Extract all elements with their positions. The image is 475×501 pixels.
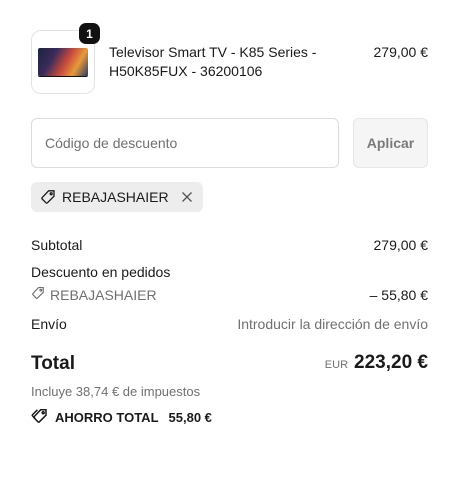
cart-line-item: 1 Televisor Smart TV - K85 Series - H50K… <box>31 23 429 94</box>
savings-tag-icon <box>31 408 49 427</box>
apply-discount-button[interactable]: Aplicar <box>353 118 428 168</box>
total-currency: EUR <box>324 359 349 371</box>
order-discount-code-label: REBAJASHAIER <box>50 287 157 303</box>
discount-code-input[interactable] <box>31 118 339 168</box>
close-icon[interactable] <box>181 191 193 203</box>
tag-icon <box>40 189 56 205</box>
savings-value: 55,80 € <box>168 410 212 425</box>
subtotal-label: Subtotal <box>31 237 83 253</box>
order-discount-row: Descuento en pedidos <box>31 263 428 281</box>
shipping-label: Envío <box>31 316 67 332</box>
savings-label: AHORRO TOTAL <box>55 410 159 425</box>
taxes-note: Incluye 38,74 € de impuestos <box>31 384 201 399</box>
product-price: 279,00 € <box>373 44 429 60</box>
total-savings: AHORRO TOTAL 55,80 € <box>31 408 212 427</box>
total-amount: 223,20 € <box>354 352 428 373</box>
tag-icon <box>31 286 45 304</box>
total-amount-group: EUR 223,20 € <box>325 352 428 374</box>
product-name: Televisor Smart TV - K85 Series - H50K85… <box>109 44 317 79</box>
subtotal-row: Subtotal 279,00 € <box>31 236 428 254</box>
order-discount-label: Descuento en pedidos <box>31 264 171 280</box>
order-discount-code: REBAJASHAIER <box>31 286 157 304</box>
quantity-badge: 1 <box>79 23 100 44</box>
tv-image <box>38 48 88 76</box>
total-label: Total <box>31 353 75 374</box>
order-discount-value: – 55,80 € <box>369 287 428 303</box>
applied-discount-chip: REBAJASHAIER <box>31 182 203 212</box>
applied-code-label: REBAJASHAIER <box>62 189 169 205</box>
shipping-value: Introducir la dirección de envío <box>237 316 428 332</box>
shipping-row: Envío Introducir la dirección de envío <box>31 315 428 333</box>
subtotal-value: 279,00 € <box>373 237 429 253</box>
order-discount-code-row: REBAJASHAIER – 55,80 € <box>31 286 428 304</box>
